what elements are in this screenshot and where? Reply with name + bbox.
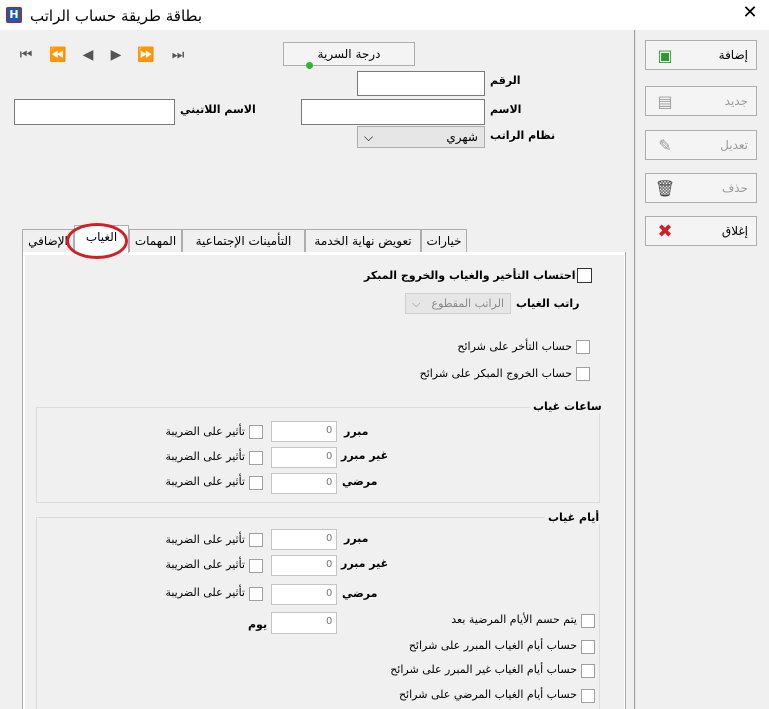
- days-unjustified-tax-checkbox[interactable]: [249, 559, 263, 573]
- next-record-icon[interactable]: ▶: [104, 44, 128, 66]
- chevron-down-icon: ⌵: [364, 129, 374, 144]
- last-record-icon[interactable]: ⏭: [166, 44, 190, 66]
- name-label: الاسم: [490, 103, 522, 116]
- early-exit-brackets-checkbox[interactable]: [576, 367, 590, 381]
- name-input[interactable]: [301, 99, 485, 125]
- sick-days-brackets-checkbox[interactable]: [581, 689, 595, 703]
- add-icon: ▣: [657, 45, 673, 65]
- days-unjustified-label: غير مبرر: [341, 557, 389, 570]
- hours-sick-tax-label: تأثير على الضريبة: [165, 475, 245, 488]
- tab-options[interactable]: خيارات: [421, 229, 467, 253]
- hours-sick-tax-checkbox[interactable]: [249, 476, 263, 490]
- days-justified-input[interactable]: 0: [271, 529, 337, 550]
- days-group-title: أيام غياب: [545, 511, 603, 524]
- days-unjustified-tax-label: تأثير على الضريبة: [165, 558, 245, 571]
- hours-justified-input[interactable]: 0: [271, 421, 337, 442]
- hours-justified-label: مبرر: [344, 425, 369, 438]
- early-exit-brackets-label: حساب الخروج المبكر على شرائح: [419, 367, 572, 380]
- first-record-icon[interactable]: ⏮: [14, 44, 38, 66]
- day-unit-label: يوم: [248, 618, 268, 631]
- hours-justified-tax-checkbox[interactable]: [249, 425, 263, 439]
- sick-after-label: يتم حسم الأيام المرضية بعد: [451, 613, 577, 626]
- days-unjustified-input[interactable]: 0: [271, 555, 337, 576]
- absence-salary-select[interactable]: ⌵ الراتب المقطوع: [405, 293, 511, 314]
- tab-tasks[interactable]: المهمات: [129, 229, 182, 253]
- status-dot: [306, 62, 313, 69]
- days-sick-input[interactable]: 0: [271, 584, 337, 605]
- latin-name-label: الاسم اللاتيني: [180, 103, 256, 116]
- unjustified-days-brackets-label: حساب أيام الغياب غير المبرر على شرائح: [390, 663, 577, 676]
- confidentiality-button[interactable]: درجة السرية: [283, 42, 415, 66]
- title-bar: H بطاقة طريقة حساب الراتب ✕: [0, 0, 769, 30]
- latin-name-input[interactable]: [14, 99, 175, 125]
- salary-system-value: شهري: [446, 130, 478, 144]
- absence-salary-value: الراتب المقطوع: [431, 297, 505, 310]
- highlight-circle: [66, 223, 128, 259]
- calc-lateness-label: احتساب التأخير والغياب والخروج المبكر: [364, 269, 576, 282]
- absence-salary-label: راتب الغياب: [516, 297, 580, 310]
- number-label: الرقم: [490, 74, 521, 87]
- hours-unjustified-tax-label: تأثير على الضريبة: [165, 450, 245, 463]
- days-sick-label: مرضي: [342, 587, 378, 600]
- justified-days-brackets-label: حساب أيام الغياب المبرر على شرائح: [408, 639, 577, 652]
- new-icon: ▤: [657, 91, 673, 111]
- chevron-down-icon: ⌵: [412, 296, 421, 310]
- hours-sick-label: مرضي: [342, 475, 378, 488]
- lateness-brackets-checkbox[interactable]: [576, 340, 590, 354]
- add-button[interactable]: ▣ إضافة: [645, 40, 757, 70]
- close-icon: ✖: [657, 220, 673, 242]
- close-button[interactable]: ✖ إغلاق: [645, 216, 757, 246]
- hours-sick-input[interactable]: 0: [271, 473, 337, 494]
- salary-system-label: نظام الراتب: [490, 129, 556, 142]
- new-button[interactable]: ▤ جديد: [645, 86, 757, 116]
- number-input[interactable]: [357, 71, 485, 96]
- confidentiality-label: درجة السرية: [317, 47, 381, 61]
- unjustified-days-brackets-checkbox[interactable]: [581, 664, 595, 678]
- close-label: إغلاق: [721, 224, 748, 238]
- hours-unjustified-label: غير مبرر: [341, 449, 389, 462]
- edit-icon: ✎: [658, 135, 672, 155]
- close-window-icon[interactable]: ✕: [740, 3, 760, 23]
- days-justified-tax-label: تأثير على الضريبة: [165, 533, 245, 546]
- window-title: بطاقة طريقة حساب الراتب: [30, 7, 203, 25]
- tab-end-of-service[interactable]: تعويض نهاية الخدمة: [305, 229, 421, 253]
- justified-days-brackets-checkbox[interactable]: [581, 640, 595, 654]
- delete-button[interactable]: 🗑 حذف: [645, 173, 757, 203]
- trash-icon: 🗑: [654, 178, 676, 198]
- next-fast-icon[interactable]: ⏩: [134, 44, 158, 66]
- days-justified-label: مبرر: [344, 532, 369, 545]
- sick-after-input[interactable]: 0: [271, 612, 337, 634]
- days-sick-tax-label: تأثير على الضريبة: [165, 586, 245, 599]
- delete-label: حذف: [721, 181, 748, 195]
- hours-group-title: ساعات غياب: [530, 400, 605, 413]
- days-sick-tax-checkbox[interactable]: [249, 587, 263, 601]
- edit-button[interactable]: ✎ تعديل: [645, 130, 757, 160]
- add-label: إضافة: [718, 48, 748, 62]
- prev-fast-icon[interactable]: ⏪: [46, 44, 70, 66]
- sick-days-brackets-label: حساب أيام الغياب المرضي على شرائح: [398, 688, 577, 701]
- salary-system-select[interactable]: ⌵ شهري: [357, 126, 485, 148]
- days-justified-tax-checkbox[interactable]: [249, 533, 263, 547]
- hours-unjustified-tax-checkbox[interactable]: [249, 451, 263, 465]
- calc-lateness-checkbox[interactable]: [577, 268, 592, 283]
- sick-after-checkbox[interactable]: [581, 614, 595, 628]
- edit-label: تعديل: [720, 138, 748, 152]
- prev-record-icon[interactable]: ◀: [76, 44, 100, 66]
- new-label: جديد: [724, 94, 748, 108]
- lateness-brackets-label: حساب التأخر على شرائح: [457, 340, 572, 353]
- hours-unjustified-input[interactable]: 0: [271, 447, 337, 468]
- divider: [634, 30, 636, 709]
- tab-social-insurance[interactable]: التأمينات الإجتماعية: [182, 229, 305, 253]
- hours-justified-tax-label: تأثير على الضريبة: [165, 425, 245, 438]
